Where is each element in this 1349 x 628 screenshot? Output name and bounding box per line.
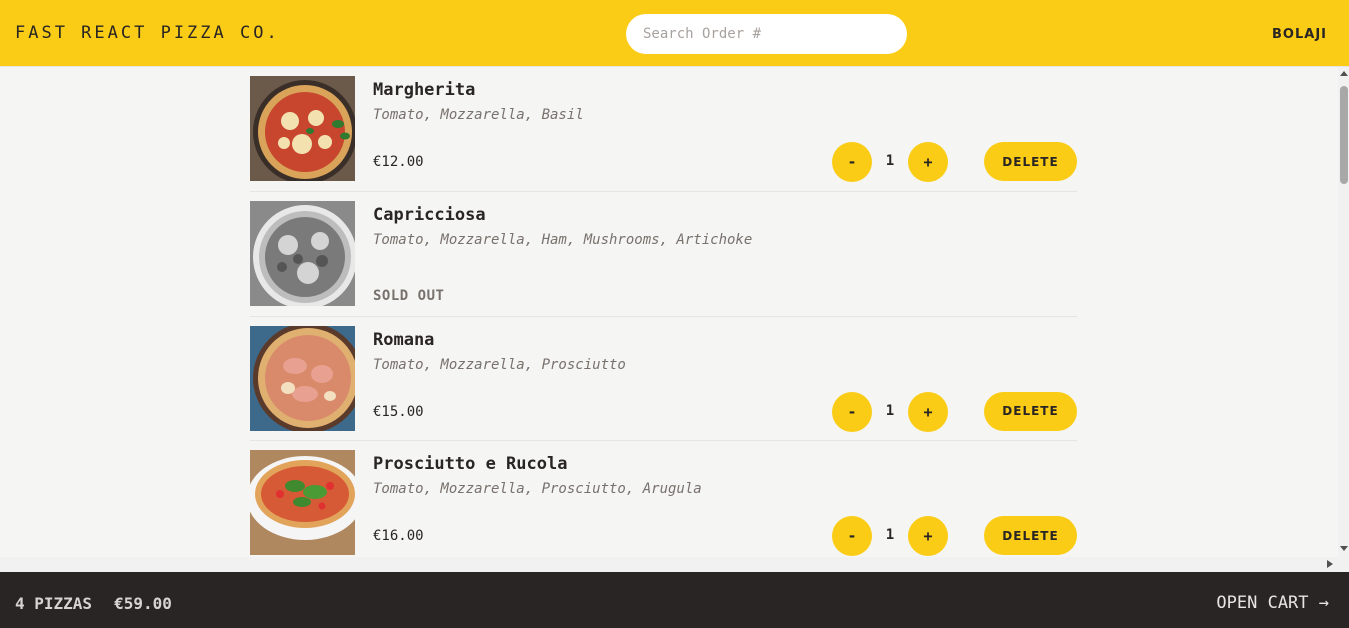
logo[interactable]: Fast React Pizza Co. bbox=[15, 23, 280, 43]
increase-quantity-button[interactable]: + bbox=[908, 516, 948, 556]
pizza-name: Margherita bbox=[373, 80, 476, 100]
vertical-scrollbar[interactable] bbox=[1338, 67, 1349, 572]
decrease-quantity-button[interactable]: - bbox=[832, 142, 872, 182]
delete-item-button[interactable]: DELETE bbox=[984, 516, 1077, 555]
decrease-quantity-button[interactable]: - bbox=[832, 516, 872, 556]
search-order-input[interactable] bbox=[626, 14, 907, 54]
cart-controls: - 1 + DELETE bbox=[832, 391, 1077, 432]
increase-quantity-button[interactable]: + bbox=[908, 391, 948, 432]
pizza-ingredients: Tomato, Mozzarella, Prosciutto, Arugula bbox=[373, 481, 702, 497]
username: BOLAJI bbox=[1272, 27, 1327, 42]
pizza-image-margherita bbox=[250, 76, 355, 181]
pizza-ingredients: Tomato, Mozzarella, Basil bbox=[373, 107, 584, 123]
pizza-ingredients: Tomato, Mozzarella, Prosciutto bbox=[373, 356, 626, 373]
open-cart-link[interactable]: Open cart → bbox=[1216, 593, 1329, 613]
cart-total: €59.00 bbox=[114, 594, 172, 613]
pizza-ingredients: Tomato, Mozzarella, Ham, Mushrooms, Arti… bbox=[373, 232, 753, 248]
scroll-right-arrow-icon[interactable] bbox=[1327, 560, 1333, 568]
pizza-image-prosciutto-e-rucola bbox=[250, 450, 355, 555]
menu-item-prosciutto-e-rucola: Prosciutto e Rucola Tomato, Mozzarella, … bbox=[250, 441, 1077, 557]
scroll-down-arrow-icon[interactable] bbox=[1340, 546, 1348, 551]
decrease-quantity-button[interactable]: - bbox=[832, 391, 872, 432]
pizza-image-capricciosa bbox=[250, 201, 355, 306]
menu-item-romana: Romana Tomato, Mozzarella, Prosciutto €1… bbox=[250, 317, 1077, 441]
pizza-price: €12.00 bbox=[373, 154, 424, 170]
menu-item-margherita: Margherita Tomato, Mozzarella, Basil €12… bbox=[250, 76, 1077, 192]
pizza-name: Prosciutto e Rucola bbox=[373, 454, 568, 474]
cart-summary: 4 pizzas €59.00 bbox=[15, 594, 172, 613]
menu-list: Margherita Tomato, Mozzarella, Basil €12… bbox=[250, 67, 1077, 557]
scroll-up-arrow-icon[interactable] bbox=[1340, 71, 1348, 76]
app-header: Fast React Pizza Co. BOLAJI bbox=[0, 0, 1349, 67]
menu-item-capricciosa: Capricciosa Tomato, Mozzarella, Ham, Mus… bbox=[250, 192, 1077, 317]
pizza-price: €16.00 bbox=[373, 528, 424, 544]
delete-item-button[interactable]: DELETE bbox=[984, 142, 1077, 181]
cart-overview: 4 pizzas €59.00 Open cart → bbox=[0, 572, 1349, 628]
cart-pizza-count: 4 pizzas bbox=[15, 594, 93, 613]
pizza-name: Capricciosa bbox=[373, 205, 486, 225]
pizza-name: Romana bbox=[373, 329, 435, 350]
increase-quantity-button[interactable]: + bbox=[908, 142, 948, 182]
horizontal-scrollbar[interactable] bbox=[0, 557, 1338, 572]
pizza-image-romana bbox=[250, 325, 355, 431]
item-quantity: 1 bbox=[885, 402, 895, 419]
cart-controls: - 1 + DELETE bbox=[832, 516, 1077, 556]
sold-out-label: SOLD OUT bbox=[373, 288, 445, 304]
item-quantity: 1 bbox=[885, 153, 895, 169]
scrollbar-thumb[interactable] bbox=[1340, 86, 1348, 184]
item-quantity: 1 bbox=[885, 527, 895, 543]
pizza-price: €15.00 bbox=[373, 403, 424, 420]
delete-item-button[interactable]: DELETE bbox=[984, 391, 1077, 431]
menu-area: Margherita Tomato, Mozzarella, Basil €12… bbox=[0, 67, 1338, 557]
cart-controls: - 1 + DELETE bbox=[832, 142, 1077, 182]
